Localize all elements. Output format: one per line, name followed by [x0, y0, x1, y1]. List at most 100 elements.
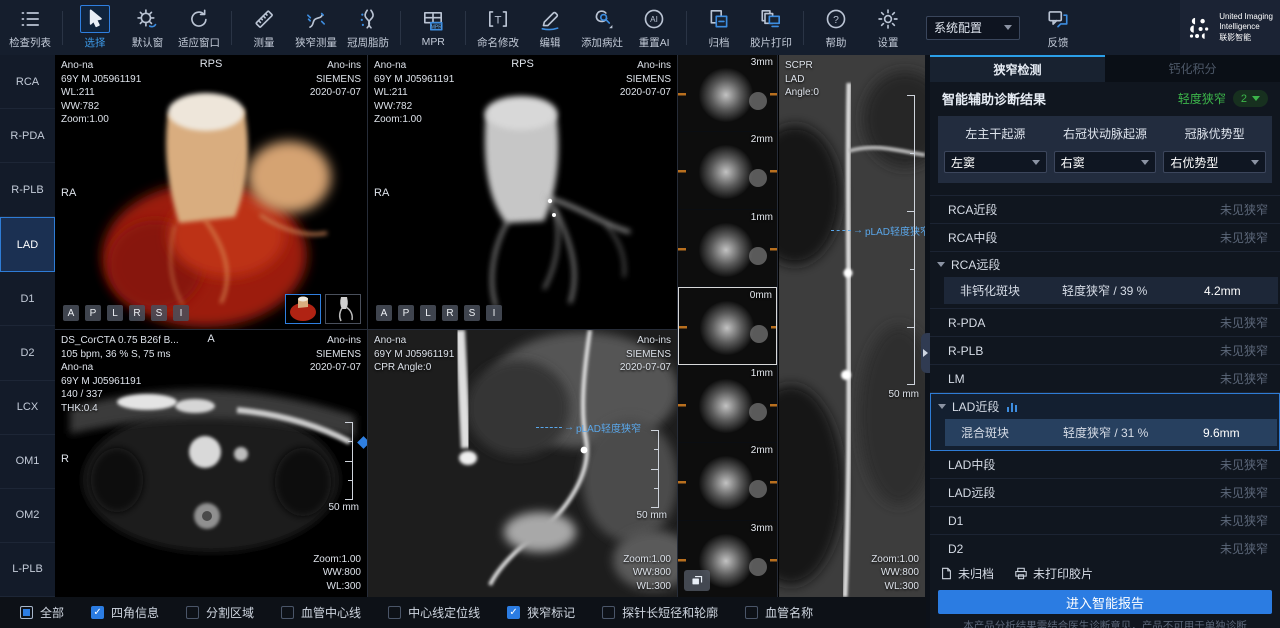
- axis-button-l[interactable]: L: [107, 305, 123, 321]
- checkbox[interactable]: [388, 606, 401, 619]
- tool-help[interactable]: ?帮助: [810, 5, 862, 50]
- tool-fit-window[interactable]: 适应窗口: [173, 5, 225, 50]
- lesion-row[interactable]: 混合斑块轻度狭窄 / 31 %9.6mm: [945, 419, 1277, 446]
- segment-row-D2[interactable]: D2未见狭窄: [930, 535, 1280, 557]
- checkbox[interactable]: [745, 606, 758, 619]
- display-option-全部[interactable]: 全部: [20, 604, 64, 621]
- segment-group-RCA远段[interactable]: RCA远段非钙化斑块轻度狭窄 / 39 %4.2mm: [930, 252, 1280, 309]
- cross-section-tile[interactable]: 1mm: [678, 366, 777, 442]
- plaque-type: 混合斑块: [945, 424, 1063, 441]
- display-option-中心线定位线[interactable]: 中心线定位线: [388, 604, 480, 621]
- segment-row-RCA近段[interactable]: RCA近段未见狭窄: [930, 196, 1280, 224]
- cross-section-tile[interactable]: 1mm: [678, 210, 777, 286]
- display-option-血管中心线[interactable]: 血管中心线: [281, 604, 361, 621]
- tool-reset-ai[interactable]: AI重置AI: [628, 5, 680, 50]
- tab-stenosis-detection[interactable]: 狭窄检测: [930, 55, 1105, 82]
- toolbar-divider: [465, 11, 466, 45]
- panel-collapse-handle[interactable]: [921, 333, 930, 373]
- sidebar-item-r-plb[interactable]: R-PLB: [0, 163, 55, 217]
- origin-select[interactable]: 左窦: [944, 151, 1047, 173]
- tab-calcium-score[interactable]: 钙化积分: [1105, 55, 1280, 82]
- cross-section-tile[interactable]: 3mm: [678, 521, 777, 597]
- tool-pericoronary-fat[interactable]: 冠周脂肪: [342, 5, 394, 50]
- sidebar-item-om1[interactable]: OM1: [0, 435, 55, 489]
- sidebar-item-l-plb[interactable]: L-PLB: [0, 543, 55, 597]
- cross-section-tile[interactable]: 2mm: [678, 443, 777, 519]
- viewport-scpr[interactable]: SCPRLADAngle:0 →pLAD轻度狭窄 50 mm Zoom:1.00…: [779, 55, 925, 597]
- axis-button-s[interactable]: S: [464, 305, 480, 321]
- lesion-row[interactable]: 非钙化斑块轻度狭窄 / 39 %4.2mm: [944, 277, 1278, 304]
- tool-feedback[interactable]: 反馈: [1032, 5, 1084, 50]
- chart-bars-icon[interactable]: [1007, 402, 1017, 412]
- tool-edit[interactable]: 编辑: [524, 5, 576, 50]
- segment-row-LAD远段[interactable]: LAD远段未见狭窄: [930, 479, 1280, 507]
- collapse-triangle-icon[interactable]: [937, 262, 945, 267]
- tool-default-window[interactable]: 默认窗: [121, 5, 173, 50]
- thumbnail-vessel-tree[interactable]: [325, 294, 361, 324]
- tool-measure[interactable]: 测量: [238, 5, 290, 50]
- segment-status: 未见狭窄: [1220, 512, 1268, 529]
- segment-row-RCA中段[interactable]: RCA中段未见狭窄: [930, 224, 1280, 252]
- axis-button-r[interactable]: R: [129, 305, 145, 321]
- segment-row-LAD中段[interactable]: LAD中段未见狭窄: [930, 451, 1280, 479]
- display-option-分割区域[interactable]: 分割区域: [186, 604, 254, 621]
- viewport-axial-ct[interactable]: DS_CorCTA 0.75 B26f B...105 bpm, 36 % S,…: [55, 330, 368, 597]
- tool-film-print[interactable]: 胶片打印: [745, 5, 797, 50]
- cross-section-tile[interactable]: 2mm: [678, 132, 777, 208]
- display-option-探针长短径和轮廓[interactable]: 探针长短径和轮廓: [602, 604, 718, 621]
- segment-row-R-PDA[interactable]: R-PDA未见狭窄: [930, 309, 1280, 337]
- tool-archive[interactable]: 归档: [693, 5, 745, 50]
- segment-row-D1[interactable]: D1未见狭窄: [930, 507, 1280, 535]
- checkbox[interactable]: [20, 606, 33, 619]
- axis-button-p[interactable]: P: [398, 305, 414, 321]
- axis-button-a[interactable]: A: [376, 305, 392, 321]
- system-config-select[interactable]: 系统配置: [926, 16, 1020, 40]
- axis-button-r[interactable]: R: [442, 305, 458, 321]
- tool-stenosis-measure[interactable]: 狭窄测量: [290, 5, 342, 50]
- sidebar-item-lad[interactable]: LAD: [0, 217, 55, 272]
- checkbox[interactable]: [602, 606, 615, 619]
- sidebar-item-om2[interactable]: OM2: [0, 489, 55, 543]
- axis-button-a[interactable]: A: [63, 305, 79, 321]
- collapse-triangle-icon[interactable]: [938, 404, 946, 409]
- stenosis-annotation[interactable]: →pLAD轻度狭窄: [536, 420, 641, 435]
- viewport-3d-vr[interactable]: Ano-na69Y M J05961191WL:211WW:782Zoom:1.…: [55, 55, 368, 330]
- cross-section-tile[interactable]: 0mm: [678, 287, 777, 365]
- cross-section-tile[interactable]: 3mm: [678, 55, 777, 131]
- origin-select[interactable]: 右窦: [1054, 151, 1157, 173]
- enter-smart-report-button[interactable]: 进入智能报告: [938, 590, 1272, 614]
- tool-settings[interactable]: 设置: [862, 5, 914, 50]
- thumbnail-heart-vr[interactable]: [285, 294, 321, 324]
- sidebar-item-rca[interactable]: RCA: [0, 55, 55, 109]
- display-option-四角信息[interactable]: ✓四角信息: [91, 604, 159, 621]
- axis-button-i[interactable]: I: [486, 305, 502, 321]
- strip-layout-button[interactable]: [684, 570, 710, 591]
- tool-mpr[interactable]: MPRMPR: [407, 7, 459, 48]
- checkbox[interactable]: ✓: [507, 606, 520, 619]
- tool-add-lesion[interactable]: 添加病灶: [576, 5, 628, 50]
- checkbox[interactable]: [186, 606, 199, 619]
- checkbox[interactable]: ✓: [91, 606, 104, 619]
- tool-exam-list[interactable]: 检查列表: [4, 5, 56, 50]
- viewport-cpr[interactable]: Ano-na69Y M J05961191CPR Angle:0 Ano-ins…: [368, 330, 678, 597]
- checkbox[interactable]: [281, 606, 294, 619]
- segment-row-R-PLB[interactable]: R-PLB未见狭窄: [930, 337, 1280, 365]
- display-option-狭窄标记[interactable]: ✓狭窄标记: [507, 604, 575, 621]
- viewport-vessel-vr[interactable]: Ano-na69Y M J05961191WL:211WW:782Zoom:1.…: [368, 55, 678, 330]
- sidebar-item-lcx[interactable]: LCX: [0, 381, 55, 435]
- segment-group-LAD近段[interactable]: LAD近段混合斑块轻度狭窄 / 31 %9.6mm: [930, 393, 1280, 451]
- display-option-血管名称[interactable]: 血管名称: [745, 604, 813, 621]
- severity-count-dropdown[interactable]: 2: [1233, 90, 1268, 107]
- axis-button-i[interactable]: I: [173, 305, 189, 321]
- origin-select[interactable]: 右优势型: [1163, 151, 1266, 173]
- sidebar-item-d1[interactable]: D1: [0, 272, 55, 326]
- scale-ruler: [907, 95, 915, 385]
- tool-rename[interactable]: T命名修改: [472, 5, 524, 50]
- axis-button-l[interactable]: L: [420, 305, 436, 321]
- sidebar-item-d2[interactable]: D2: [0, 326, 55, 380]
- sidebar-item-r-pda[interactable]: R-PDA: [0, 109, 55, 163]
- segment-row-LM[interactable]: LM未见狭窄: [930, 365, 1280, 393]
- axis-button-p[interactable]: P: [85, 305, 101, 321]
- axis-button-s[interactable]: S: [151, 305, 167, 321]
- tool-cursor[interactable]: 选择: [69, 5, 121, 50]
